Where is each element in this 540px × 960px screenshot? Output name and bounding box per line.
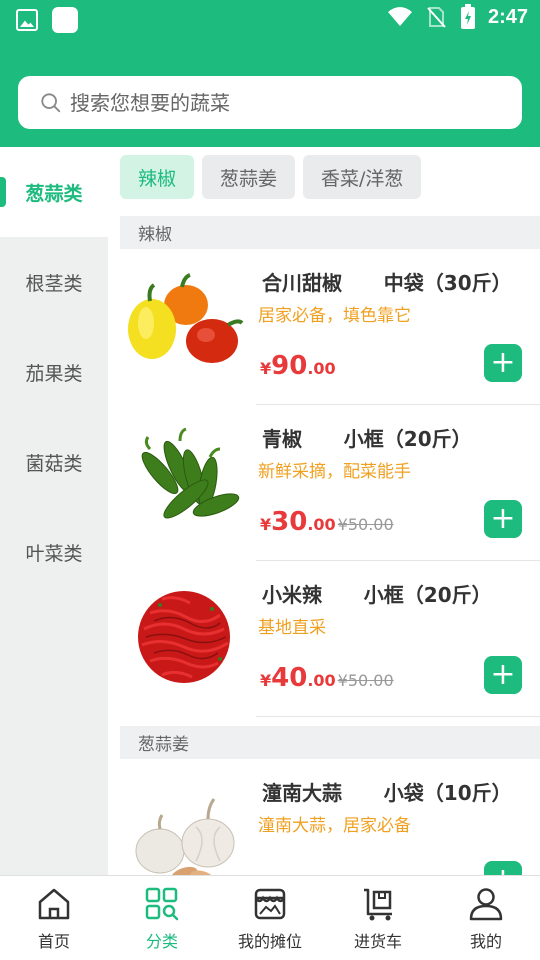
sidebar-item-fruit-veg[interactable]: 茄果类 bbox=[0, 327, 108, 417]
app-notification-icon bbox=[52, 7, 78, 33]
section-header: 辣椒 bbox=[120, 216, 540, 249]
battery-icon bbox=[460, 4, 475, 29]
product-title: 青椒 小框（20斤） bbox=[262, 427, 472, 451]
green-chili-image bbox=[141, 427, 240, 519]
sidebar-item-mushroom[interactable]: 菌菇类 bbox=[0, 417, 108, 507]
nav-cart[interactable]: 进货车 bbox=[324, 876, 432, 960]
subcategory-chips: 辣椒 葱蒜姜 香菜/洋葱 bbox=[120, 155, 422, 199]
product-card[interactable]: 青椒 小框（20斤） 新鲜采摘，配菜能手 ¥ 30 .00 ¥50.00 + bbox=[120, 405, 540, 561]
product-card[interactable]: 小米辣 小框（20斤） 基地直采 ¥ 40 .00 ¥50.00 + bbox=[120, 561, 540, 717]
add-to-cart-button[interactable]: + bbox=[484, 861, 522, 875]
add-to-cart-button[interactable]: + bbox=[484, 656, 522, 694]
section-header: 葱蒜姜 bbox=[120, 726, 540, 759]
product-description: 基地直采 bbox=[258, 618, 326, 638]
product-title: 潼南大蒜 小袋（10斤） bbox=[262, 781, 512, 805]
nav-home[interactable]: 首页 bbox=[0, 876, 108, 960]
original-price: ¥50.00 bbox=[337, 671, 394, 690]
divider bbox=[256, 716, 540, 717]
sidebar-item-leafy[interactable]: 叶菜类 bbox=[0, 507, 108, 597]
product-card[interactable]: 合川甜椒 中袋（30斤） 居家必备，填色靠它 ¥ 90 .00 + bbox=[120, 249, 540, 405]
clock: 2:47 bbox=[487, 5, 528, 28]
home-icon bbox=[38, 888, 70, 920]
search-icon bbox=[41, 92, 61, 112]
nav-stall[interactable]: 我的摊位 bbox=[216, 876, 324, 960]
chip-onion-garlic-ginger[interactable]: 葱蒜姜 bbox=[202, 155, 296, 199]
header: 2:47 bbox=[0, 0, 540, 147]
add-to-cart-button[interactable]: + bbox=[484, 500, 522, 538]
bell-peppers-image bbox=[128, 273, 244, 363]
original-price: ¥50.00 bbox=[337, 515, 394, 534]
bottom-navigation: 首页 分类 我的摊位 进货车 我的 bbox=[0, 875, 540, 960]
add-to-cart-button[interactable]: + bbox=[484, 344, 522, 382]
product-list[interactable]: 辣椒 葱蒜姜 香菜/洋葱 辣椒 合川甜椒 中袋（30斤） 居家必备，填色靠它 ¥… bbox=[108, 147, 540, 875]
product-title: 小米辣 小框（20斤） bbox=[262, 583, 492, 607]
stall-icon bbox=[254, 888, 286, 920]
product-price: ¥ 30 .00 ¥50.00 bbox=[260, 507, 394, 537]
search-bar[interactable] bbox=[18, 76, 522, 129]
category-icon bbox=[145, 887, 179, 921]
garlic-image bbox=[135, 798, 235, 875]
product-description: 新鲜采摘，配菜能手 bbox=[258, 462, 411, 482]
no-sim-icon bbox=[427, 7, 446, 28]
chip-chili[interactable]: 辣椒 bbox=[120, 155, 195, 199]
status-bar: 2:47 bbox=[0, 0, 540, 36]
product-description: 居家必备，填色靠它 bbox=[258, 306, 411, 326]
red-chili-image bbox=[138, 591, 230, 683]
cart-icon bbox=[364, 888, 392, 921]
sidebar-item-onion-garlic[interactable]: 葱蒜类 bbox=[0, 147, 108, 237]
product-price: ¥ 90 .00 bbox=[260, 351, 336, 381]
chip-cilantro-onion[interactable]: 香菜/洋葱 bbox=[303, 155, 422, 199]
product-description: 潼南大蒜，居家必备 bbox=[258, 816, 411, 836]
category-sidebar: 葱蒜类 根茎类 茄果类 菌菇类 叶菜类 bbox=[0, 147, 108, 875]
product-card[interactable]: 潼南大蒜 小袋（10斤） 潼南大蒜，居家必备 + bbox=[120, 759, 540, 875]
product-price: ¥ 40 .00 ¥50.00 bbox=[260, 663, 394, 693]
search-input[interactable] bbox=[70, 90, 522, 115]
profile-icon bbox=[469, 888, 503, 921]
wifi-icon bbox=[387, 7, 412, 26]
nav-profile[interactable]: 我的 bbox=[432, 876, 540, 960]
gallery-notification-icon bbox=[16, 9, 38, 31]
nav-category[interactable]: 分类 bbox=[108, 876, 216, 960]
sidebar-item-root[interactable]: 根茎类 bbox=[0, 237, 108, 327]
product-title: 合川甜椒 中袋（30斤） bbox=[262, 271, 512, 295]
